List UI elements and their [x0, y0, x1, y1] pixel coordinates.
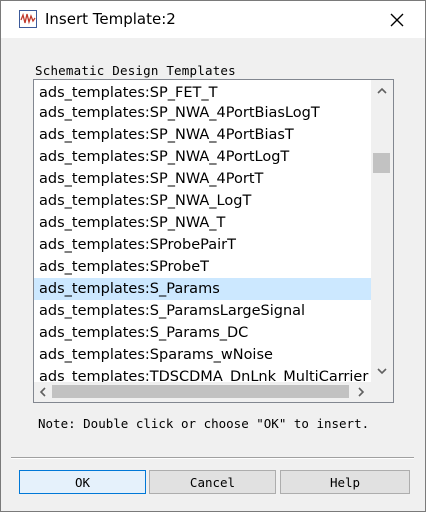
list-item[interactable]: ads_templates:SProbeT — [34, 256, 371, 278]
close-icon — [390, 13, 404, 26]
ok-button[interactable]: OK — [19, 470, 146, 494]
title-bar[interactable]: Insert Template:2 — [1, 1, 425, 38]
scroll-right-button[interactable] — [353, 383, 370, 400]
list-item[interactable]: ads_templates:S_Params_DC — [34, 322, 371, 344]
chevron-left-icon — [39, 386, 46, 397]
list-item[interactable]: ads_templates:SP_FET_T — [34, 80, 371, 102]
chevron-right-icon — [358, 386, 365, 397]
list-item[interactable]: ads_templates:SP_NWA_LogT — [34, 190, 371, 212]
chevron-up-icon — [377, 87, 387, 94]
chevron-down-icon — [377, 368, 387, 375]
vertical-scrollbar[interactable] — [371, 80, 393, 382]
list-item[interactable]: ads_templates:Sparams_wNoise — [34, 344, 371, 366]
insert-template-dialog: Insert Template:2 Schematic Design Templ… — [0, 0, 426, 512]
horizontal-scroll-thumb[interactable] — [52, 385, 349, 398]
list-item[interactable]: ads_templates:SP_NWA_4PortT — [34, 168, 371, 190]
help-button[interactable]: Help — [280, 470, 410, 494]
list-item[interactable]: ads_templates:SP_NWA_4PortLogT — [34, 146, 371, 168]
list-item[interactable]: ads_templates:TDSCDMA_DnLnk_MultiCarrier — [34, 366, 371, 382]
list-item[interactable]: ads_templates:SP_NWA_T — [34, 212, 371, 234]
list-item[interactable]: ads_templates:SP_NWA_4PortBiasLogT — [34, 102, 371, 124]
divider — [11, 457, 414, 459]
window-title: Insert Template:2 — [45, 10, 176, 28]
template-listbox[interactable]: ads_templates:SP_FET_T ads_templates:SP_N… — [33, 79, 394, 403]
group-label: Schematic Design Templates — [35, 63, 236, 78]
scroll-up-button[interactable] — [371, 82, 393, 99]
vertical-scroll-thumb[interactable] — [373, 153, 390, 173]
template-list[interactable]: ads_templates:SP_FET_T ads_templates:SP_N… — [34, 80, 371, 382]
scrollbar-corner — [371, 382, 393, 402]
list-item[interactable]: ads_templates:SP_NWA_4PortBiasT — [34, 124, 371, 146]
scroll-down-button[interactable] — [371, 363, 393, 380]
waveform-app-icon — [19, 10, 37, 28]
list-item[interactable]: ads_templates:SProbePairT — [34, 234, 371, 256]
scroll-left-button[interactable] — [34, 383, 51, 400]
note-text: Note: Double click or choose "OK" to ins… — [38, 416, 370, 431]
cancel-button[interactable]: Cancel — [149, 470, 276, 494]
horizontal-scrollbar[interactable] — [34, 382, 371, 402]
list-item[interactable]: ads_templates:S_ParamsLargeSignal — [34, 300, 371, 322]
list-item-selected[interactable]: ads_templates:S_Params — [34, 278, 371, 300]
close-button[interactable] — [377, 1, 417, 38]
